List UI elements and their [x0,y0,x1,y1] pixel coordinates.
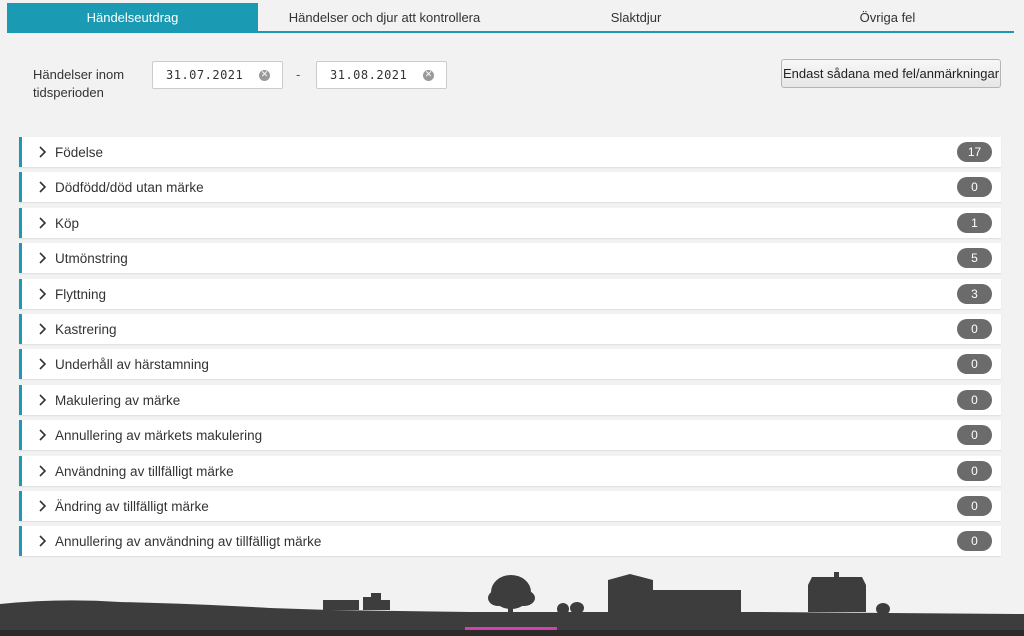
event-row[interactable]: Makulering av märke 0 [19,384,1001,415]
chevron-right-icon [39,535,46,547]
farm-silhouette-illustration [0,572,1024,636]
chevron-right-icon [39,358,46,370]
tab-slaktdjur[interactable]: Slaktdjur [511,3,761,31]
event-row[interactable]: Ändring av tillfälligt märke 0 [19,490,1001,521]
date-separator: - [296,67,301,82]
chevron-right-icon [39,429,46,441]
chevron-right-icon [39,217,46,229]
chevron-right-icon [39,323,46,335]
event-row[interactable]: Utmönstring 5 [19,243,1001,274]
event-label: Utmönstring [55,251,128,267]
event-count-badge: 0 [957,531,992,552]
event-label: Födelse [55,145,104,160]
event-count-badge: 1 [957,212,992,233]
event-count-badge: 0 [957,460,992,481]
event-row[interactable]: Underhåll av härstamning 0 [19,349,1001,380]
event-count-badge: 5 [957,248,992,269]
event-count-badge: 0 [957,354,992,375]
period-label: Händelser inom tidsperioden [33,67,125,100]
event-accordion: Födelse 17 Dödfödd/död utan märke 0 Köp 1 Utmö… [19,137,1001,562]
event-row[interactable]: Annullering av märkets makulering 0 [19,420,1001,451]
event-count-badge: 0 [957,177,992,198]
tab-handelseutdrag[interactable]: Händelseutdrag [7,3,258,31]
chevron-right-icon [39,181,46,193]
event-row[interactable]: Flyttning 3 [19,278,1001,309]
chevron-right-icon [39,146,46,158]
chevron-right-icon [39,500,46,512]
event-label: Köp [55,215,80,231]
event-count-badge: 0 [957,495,992,516]
event-count-badge: 3 [957,283,992,304]
event-label: Ändring av tillfälligt märke [55,498,209,514]
tab-bar: Händelseutdrag Händelser och djur att ko… [7,3,1014,33]
tab-ovriga-fel[interactable]: Övriga fel [761,3,1014,31]
event-label: Flyttning [55,286,107,302]
event-count-badge: 0 [957,318,992,339]
event-row[interactable]: Annullering av användning av tillfälligt… [19,526,1001,557]
event-label: Makulering av märke [55,392,181,408]
date-to-value: 31.08.2021 [330,68,408,82]
clear-circle-icon[interactable]: ✕ [423,70,434,81]
event-label: Underhåll av härstamning [55,357,209,373]
event-row[interactable]: Köp 1 [19,207,1001,238]
clear-circle-icon[interactable]: ✕ [259,70,270,81]
date-from-field[interactable]: 31.07.2021 ✕ [152,61,283,89]
date-from-value: 31.07.2021 [166,68,244,82]
event-count-badge: 17 [957,142,992,162]
date-to-field[interactable]: 31.08.2021 ✕ [316,61,447,89]
chevron-right-icon [39,464,46,477]
event-label: Annullering av märkets makulering [55,428,263,444]
chevron-right-icon [39,394,46,406]
chevron-right-icon [39,287,46,300]
event-row[interactable]: Användning av tillfälligt märke 0 [19,455,1001,486]
event-count-badge: 0 [957,389,992,410]
event-count-badge: 0 [957,425,992,446]
event-label: Kastrering [55,321,117,337]
event-label: Annullering av användning av tillfälligt… [55,534,322,550]
event-row[interactable]: Dödfödd/död utan märke 0 [19,172,1001,203]
only-errors-button[interactable]: Endast sådana med fel/anmärkningar [781,59,1001,88]
event-row[interactable]: Födelse 17 [19,137,1001,167]
tab-handelser-och-djur[interactable]: Händelser och djur att kontrollera [258,3,511,31]
event-row[interactable]: Kastrering 0 [19,313,1001,344]
chevron-right-icon [39,252,46,264]
event-label: Dödfödd/död utan märke [55,180,204,196]
event-label: Användning av tillfälligt märke [55,463,234,479]
